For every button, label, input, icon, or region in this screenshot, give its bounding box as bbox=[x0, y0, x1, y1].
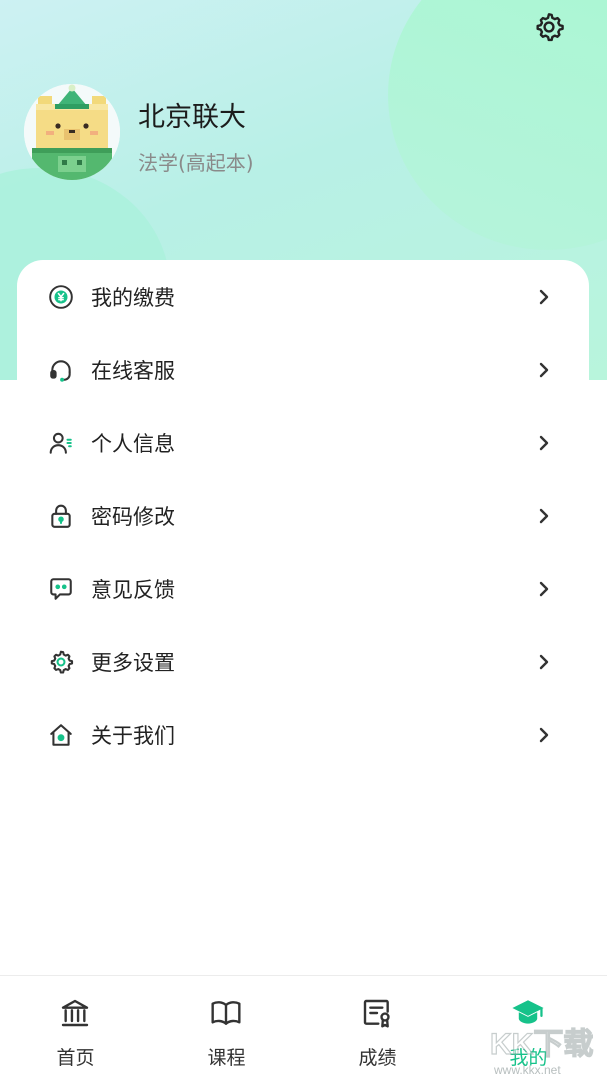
headset-icon bbox=[47, 356, 75, 384]
bank-icon bbox=[58, 996, 92, 1030]
avatar[interactable] bbox=[24, 84, 120, 180]
tab-label: 首页 bbox=[56, 1047, 95, 1069]
tab-label: 课程 bbox=[207, 1047, 246, 1069]
chevron-right-icon bbox=[535, 434, 553, 452]
bottom-tab-bar: 首页 课程 成绩 我的 bbox=[0, 975, 607, 1081]
chevron-right-icon bbox=[535, 507, 553, 525]
user-info-icon bbox=[47, 429, 75, 457]
feedback-chat-icon bbox=[47, 575, 75, 603]
tab-grades[interactable]: 成绩 bbox=[302, 976, 453, 1081]
menu-item-label: 个人信息 bbox=[91, 432, 175, 456]
menu-item-personal-info[interactable]: 个人信息 bbox=[17, 413, 589, 473]
chevron-right-icon bbox=[535, 288, 553, 306]
book-icon bbox=[209, 996, 243, 1030]
chevron-right-icon bbox=[535, 726, 553, 744]
tab-label: 我的 bbox=[509, 1047, 548, 1069]
menu-item-label: 意见反馈 bbox=[91, 578, 175, 602]
chevron-right-icon bbox=[535, 361, 553, 379]
menu-item-label: 我的缴费 bbox=[91, 286, 175, 310]
menu-item-label: 在线客服 bbox=[91, 359, 175, 383]
tab-courses[interactable]: 课程 bbox=[151, 976, 302, 1081]
decorative-circle bbox=[388, 0, 607, 250]
menu-item-more-settings[interactable]: 更多设置 bbox=[17, 632, 589, 692]
tab-mine[interactable]: 我的 bbox=[453, 976, 604, 1081]
menu-item-label: 更多设置 bbox=[91, 651, 175, 675]
gear-icon bbox=[47, 648, 75, 676]
settings-button[interactable] bbox=[530, 10, 568, 48]
graduation-cap-icon bbox=[511, 996, 545, 1030]
home-icon bbox=[47, 721, 75, 749]
gear-icon bbox=[533, 11, 565, 47]
tab-home[interactable]: 首页 bbox=[0, 976, 151, 1081]
user-name: 北京联大 bbox=[138, 102, 246, 133]
user-major: 法学(高起本) bbox=[138, 151, 254, 175]
lock-icon bbox=[47, 502, 75, 530]
menu-item-change-password[interactable]: 密码修改 bbox=[17, 486, 589, 546]
chevron-right-icon bbox=[535, 580, 553, 598]
yen-coin-icon bbox=[47, 283, 75, 311]
menu-item-payment[interactable]: 我的缴费 bbox=[17, 267, 589, 327]
chevron-right-icon bbox=[535, 653, 553, 671]
certificate-icon bbox=[360, 996, 394, 1030]
menu-item-about-us[interactable]: 关于我们 bbox=[17, 705, 589, 765]
tab-label: 成绩 bbox=[358, 1047, 397, 1069]
menu-item-label: 密码修改 bbox=[91, 505, 175, 529]
menu-card: 我的缴费 在线客服 个人信息 密码修改 意见反馈 更多设置 关于我们 bbox=[17, 260, 589, 820]
bear-mascot-icon bbox=[24, 84, 120, 180]
menu-item-label: 关于我们 bbox=[91, 724, 175, 748]
menu-item-feedback[interactable]: 意见反馈 bbox=[17, 559, 589, 619]
menu-item-customer-service[interactable]: 在线客服 bbox=[17, 340, 589, 400]
